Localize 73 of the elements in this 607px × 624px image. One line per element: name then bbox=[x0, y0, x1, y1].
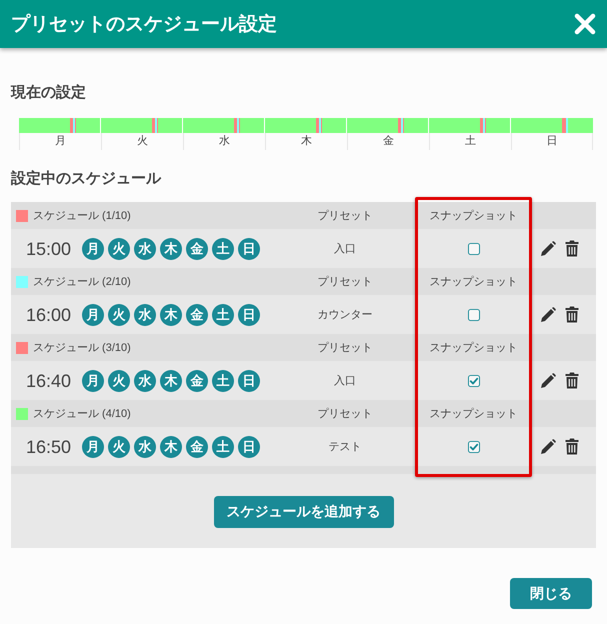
trash-icon[interactable] bbox=[565, 306, 579, 323]
day-toggle[interactable]: 土 bbox=[212, 370, 234, 392]
schedule-time: 16:40 bbox=[26, 370, 72, 392]
snapshot-checkbox[interactable] bbox=[468, 242, 480, 254]
column-heading: プリセット bbox=[318, 406, 372, 420]
snapshot-checkbox[interactable] bbox=[468, 308, 480, 320]
day-toggle[interactable]: 日 bbox=[238, 370, 260, 392]
day-toggle[interactable]: 水 bbox=[134, 304, 156, 326]
add-schedule-button[interactable]: スケジュールを追加する bbox=[214, 496, 394, 528]
day-toggle[interactable]: 水 bbox=[134, 370, 156, 392]
pencil-icon[interactable] bbox=[540, 372, 556, 388]
day-toggle[interactable]: 火 bbox=[108, 304, 130, 326]
day-toggle[interactable]: 木 bbox=[160, 304, 182, 326]
schedule-time: 16:50 bbox=[26, 436, 72, 458]
pencil-icon[interactable] bbox=[540, 306, 556, 322]
column-heading: スナップショット bbox=[430, 208, 518, 222]
timeline-day-label: 土 bbox=[465, 135, 476, 148]
column-heading: スナップショット bbox=[430, 406, 518, 420]
section-heading: 現在の設定 bbox=[11, 84, 86, 102]
timeline-day-label: 月 bbox=[55, 135, 66, 148]
preset-name: 入口 bbox=[334, 374, 356, 388]
day-toggle[interactable]: 日 bbox=[238, 304, 260, 326]
timeline-day-label: 火 bbox=[137, 135, 148, 148]
schedule-label: スケジュール (2/10) bbox=[33, 274, 131, 288]
timeline-day-label: 水 bbox=[219, 135, 230, 148]
timeline-day-label: 木 bbox=[301, 135, 312, 148]
preset-name: テスト bbox=[328, 440, 362, 454]
dialog-title: プリセットのスケジュール設定 bbox=[11, 12, 277, 37]
day-toggle[interactable]: 金 bbox=[186, 304, 208, 326]
preset-name: カウンター bbox=[318, 308, 372, 322]
day-toggle[interactable]: 金 bbox=[186, 370, 208, 392]
timeline-day-label: 日 bbox=[546, 135, 558, 148]
column-heading: スナップショット bbox=[430, 340, 518, 354]
day-toggle[interactable]: 月 bbox=[82, 370, 104, 392]
schedule-label: スケジュール (3/10) bbox=[33, 340, 131, 354]
close-icon[interactable] bbox=[574, 13, 596, 35]
day-toggle[interactable]: 木 bbox=[160, 238, 182, 260]
column-heading: プリセット bbox=[318, 274, 372, 288]
day-toggle[interactable]: 火 bbox=[108, 370, 130, 392]
trash-icon[interactable] bbox=[565, 372, 579, 389]
day-toggle[interactable]: 月 bbox=[82, 436, 104, 458]
snapshot-checkbox[interactable] bbox=[468, 374, 480, 386]
day-toggle[interactable]: 日 bbox=[238, 238, 260, 260]
day-toggle[interactable]: 土 bbox=[212, 304, 234, 326]
schedule-time: 16:00 bbox=[26, 304, 72, 326]
snapshot-checkbox[interactable] bbox=[468, 440, 480, 452]
day-toggle[interactable]: 土 bbox=[212, 436, 234, 458]
day-toggle[interactable]: 火 bbox=[108, 238, 130, 260]
day-toggle[interactable]: 月 bbox=[82, 304, 104, 326]
trash-icon[interactable] bbox=[565, 438, 579, 455]
day-toggle[interactable]: 木 bbox=[160, 436, 182, 458]
pencil-icon[interactable] bbox=[540, 240, 556, 256]
schedule-label: スケジュール (4/10) bbox=[33, 406, 131, 420]
preset-name: 入口 bbox=[334, 242, 356, 256]
day-toggle[interactable]: 日 bbox=[238, 436, 260, 458]
column-heading: プリセット bbox=[318, 340, 372, 354]
close-button[interactable]: 閉じる bbox=[510, 578, 592, 609]
column-heading: スナップショット bbox=[430, 274, 518, 288]
day-toggle[interactable]: 水 bbox=[134, 436, 156, 458]
pencil-icon[interactable] bbox=[540, 438, 556, 454]
day-toggle[interactable]: 金 bbox=[186, 436, 208, 458]
day-toggle[interactable]: 火 bbox=[108, 436, 130, 458]
day-toggle[interactable]: 月 bbox=[82, 238, 104, 260]
day-toggle[interactable]: 金 bbox=[186, 238, 208, 260]
timeline-day-label: 金 bbox=[383, 135, 394, 148]
schedule-label: スケジュール (1/10) bbox=[33, 208, 131, 222]
day-toggle[interactable]: 土 bbox=[212, 238, 234, 260]
day-toggle[interactable]: 木 bbox=[160, 370, 182, 392]
section-heading: 設定中のスケジュール bbox=[11, 170, 161, 188]
column-heading: プリセット bbox=[318, 208, 372, 222]
schedule-time: 15:00 bbox=[26, 238, 72, 260]
day-toggle[interactable]: 水 bbox=[134, 238, 156, 260]
trash-icon[interactable] bbox=[565, 240, 579, 257]
